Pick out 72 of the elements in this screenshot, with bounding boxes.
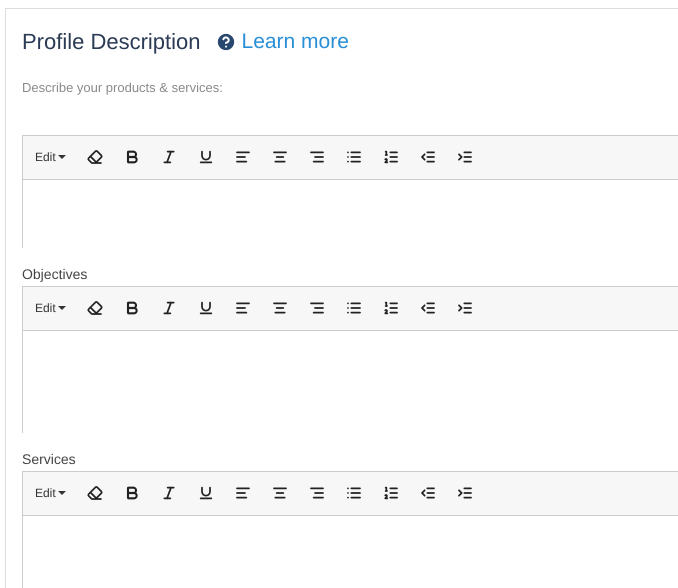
outdent-button[interactable] [420, 149, 436, 165]
underline-button[interactable] [198, 300, 214, 316]
italic-icon [160, 300, 177, 316]
bullet-list-button[interactable] [346, 300, 362, 316]
align-left-icon [234, 300, 251, 316]
align-right-icon [308, 485, 325, 501]
underline-button[interactable] [198, 485, 214, 501]
underline-button[interactable] [198, 149, 214, 165]
align-right-button[interactable] [308, 485, 325, 501]
italic-button[interactable] [160, 300, 177, 316]
align-left-button[interactable] [234, 300, 251, 316]
field-hint: Describe your products & services: [22, 79, 224, 97]
align-center-icon [272, 149, 288, 165]
bullet-list-button[interactable] [346, 485, 362, 501]
underline-icon [198, 485, 214, 501]
align-center-button[interactable] [272, 300, 288, 316]
outdent-button[interactable] [420, 485, 436, 501]
edit-menu-button[interactable]: Edit [35, 148, 66, 166]
align-left-button[interactable] [234, 149, 251, 165]
numbered-list-button[interactable] [382, 149, 399, 165]
italic-icon [160, 485, 177, 501]
field-label: Services [22, 450, 77, 468]
help-icon [214, 30, 237, 52]
outdent-icon [420, 149, 436, 165]
caret-icon [58, 491, 66, 495]
caret-icon [58, 155, 66, 159]
caret-icon [58, 306, 66, 310]
align-center-button[interactable] [272, 149, 288, 165]
italic-button[interactable] [160, 149, 177, 165]
indent-icon [456, 149, 473, 165]
numbered-list-icon [382, 485, 399, 501]
eraser-icon [86, 300, 103, 316]
align-left-button[interactable] [234, 485, 251, 501]
numbered-list-icon [382, 300, 399, 316]
edit-menu-button[interactable]: Edit [35, 299, 66, 317]
italic-icon [160, 149, 177, 165]
underline-icon [198, 149, 214, 165]
outdent-button[interactable] [420, 300, 436, 316]
align-right-button[interactable] [308, 300, 325, 316]
bullet-list-icon [346, 485, 362, 501]
eraser-icon [86, 149, 103, 165]
eraser-button[interactable] [86, 485, 103, 501]
underline-icon [198, 300, 214, 316]
indent-button[interactable] [456, 149, 473, 165]
indent-button[interactable] [456, 485, 473, 501]
align-center-icon [272, 300, 288, 316]
eraser-button[interactable] [86, 149, 103, 165]
numbered-list-button[interactable] [382, 485, 399, 501]
outdent-icon [420, 485, 436, 501]
align-left-icon [234, 149, 251, 165]
indent-button[interactable] [456, 300, 473, 316]
numbered-list-button[interactable] [382, 300, 399, 316]
align-left-icon [234, 485, 251, 501]
bullet-list-icon [346, 300, 362, 316]
edit-menu-button[interactable]: Edit [35, 484, 66, 502]
bullet-list-button[interactable] [346, 149, 362, 165]
align-right-icon [308, 149, 325, 165]
eraser-icon [86, 485, 103, 501]
align-center-button[interactable] [272, 485, 288, 501]
numbered-list-icon [382, 149, 399, 165]
align-center-icon [272, 485, 288, 501]
align-right-button[interactable] [308, 149, 325, 165]
align-right-icon [308, 300, 325, 316]
eraser-button[interactable] [86, 300, 103, 316]
outdent-icon [420, 300, 436, 316]
section-title: Profile Description [22, 28, 201, 56]
indent-icon [456, 300, 473, 316]
field-label: Objectives [22, 264, 88, 284]
italic-button[interactable] [160, 485, 177, 501]
learn-more-link[interactable]: Learn more [214, 26, 349, 58]
indent-icon [456, 485, 473, 501]
bullet-list-icon [346, 149, 362, 165]
